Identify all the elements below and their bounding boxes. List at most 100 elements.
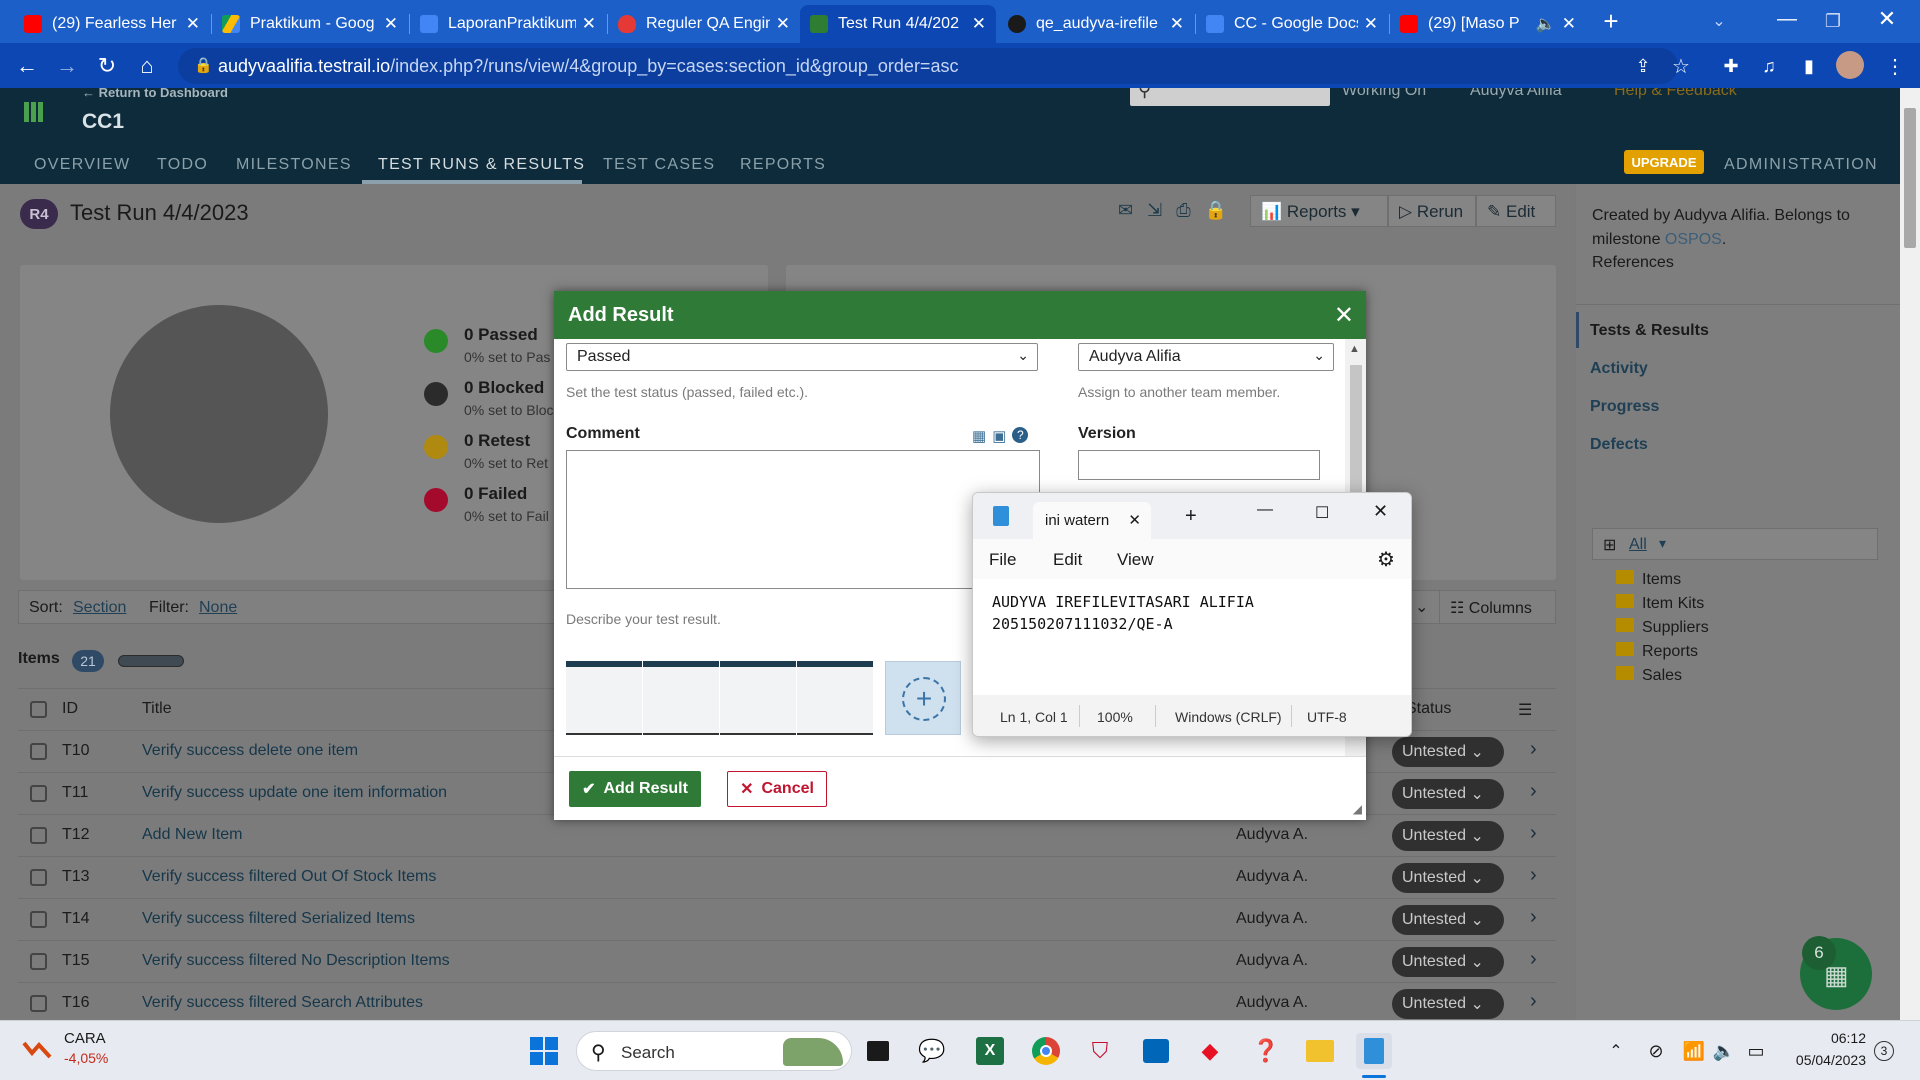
new-tab-icon[interactable]: +	[1185, 505, 1197, 528]
columns-button[interactable]: ☷ Columns	[1439, 591, 1542, 623]
page-scrollbar[interactable]	[1900, 88, 1920, 1020]
notepad-text-area[interactable]: AUDYVA IREFILEVITASARI ALIFIA 2051502071…	[973, 579, 1411, 695]
chevron-right-icon[interactable]: ›	[1530, 822, 1537, 845]
tree-item-reports[interactable]: Reports	[1616, 642, 1709, 666]
share-icon[interactable]: ⇪	[1628, 51, 1658, 81]
version-input[interactable]	[1078, 450, 1320, 480]
chevron-right-icon[interactable]: ›	[1530, 864, 1537, 887]
sort-section-link[interactable]: Section	[73, 599, 126, 617]
case-title-link[interactable]: Verify success filtered Serialized Items	[142, 910, 415, 928]
minimize-icon[interactable]: —	[1772, 4, 1802, 34]
print-icon[interactable]: ⎙	[1176, 200, 1190, 221]
table-row[interactable]: T15 Verify success filtered No Descriptio…	[18, 940, 1556, 982]
menu-file[interactable]: File	[989, 550, 1016, 570]
media-control-icon[interactable]: ♫	[1754, 51, 1784, 81]
menu-edit[interactable]: Edit	[1053, 550, 1082, 570]
row-checkbox[interactable]	[30, 995, 47, 1012]
table-row[interactable]: T12 Add New Item Audyva A. Untested ⌄ ›	[18, 814, 1556, 856]
table-row[interactable]: T14 Verify success filtered Serialized It…	[18, 898, 1556, 940]
profile-avatar[interactable]	[1836, 51, 1864, 79]
task-view-icon[interactable]	[860, 1033, 896, 1069]
forward-icon[interactable]: →	[52, 51, 82, 81]
row-checkbox[interactable]	[30, 869, 47, 886]
upgrade-button[interactable]: UPGRADE	[1624, 150, 1704, 174]
user-menu[interactable]: Audyva Alifia	[1470, 88, 1562, 100]
search-input[interactable]: ⚲	[1130, 88, 1330, 106]
select-all-checkbox[interactable]	[30, 701, 47, 718]
maximize-icon[interactable]: ☐	[1315, 503, 1329, 523]
close-icon[interactable]: ✕	[972, 14, 986, 34]
clock-date[interactable]: 05/04/2023	[1782, 1052, 1866, 1068]
chevron-right-icon[interactable]: ›	[1530, 990, 1537, 1013]
address-bar[interactable]: 🔒 audyvaalifia.testrail.io/index.php?/ru…	[178, 48, 1678, 84]
table-row[interactable]: T16 Verify success filtered Search Attrib…	[18, 982, 1556, 1020]
row-checkbox[interactable]	[30, 911, 47, 928]
battery-icon[interactable]: ▭	[1738, 1033, 1774, 1069]
browser-tab-docs-2[interactable]: CC - Google Docs ✕	[1196, 5, 1388, 43]
comment-textarea[interactable]	[566, 450, 1040, 589]
table-row[interactable]: T13 Verify success filtered Out Of Stock …	[18, 856, 1556, 898]
browser-tab-youtube-2[interactable]: (29) [Maso P 🔈 ✕	[1390, 5, 1586, 43]
new-tab-button[interactable]: +	[1596, 6, 1626, 36]
status-dropdown[interactable]: Untested ⌄	[1392, 821, 1504, 851]
attachment-thumbnail[interactable]	[720, 661, 796, 735]
mcafee-icon[interactable]: ⛉	[1082, 1033, 1118, 1069]
taskbar-search-box[interactable]: ⚲ Search	[576, 1031, 852, 1071]
side-panel-icon[interactable]: ▮	[1794, 51, 1824, 81]
return-dashboard-link[interactable]: ← Return to Dashboard	[82, 88, 228, 100]
case-title-link[interactable]: Verify success filtered Search Attribute…	[142, 994, 423, 1012]
window-close-icon[interactable]: ✕	[1872, 4, 1902, 34]
browser-tab-reguler[interactable]: Reguler QA Engin ✕	[608, 5, 800, 43]
nav-reports[interactable]: REPORTS	[740, 156, 826, 174]
tab-search-icon[interactable]: ⌄	[1704, 6, 1734, 36]
tree-item-sales[interactable]: Sales	[1616, 666, 1709, 690]
milestone-link[interactable]: OSPOS	[1665, 231, 1722, 248]
image-icon[interactable]: ▣	[992, 427, 1006, 445]
table-icon[interactable]: ▦	[972, 427, 986, 445]
browser-tab-drive[interactable]: Praktikum - Goog ✕	[212, 5, 408, 43]
tree-filter-dropdown[interactable]: ⊞ All ▾	[1592, 528, 1878, 560]
tree-item-items[interactable]: Items	[1616, 570, 1709, 594]
add-result-button[interactable]: ✔ Add Result	[569, 771, 701, 807]
sidebar-activity[interactable]: Activity	[1590, 360, 1648, 378]
tree-item-item-kits[interactable]: Item Kits	[1616, 594, 1709, 618]
resize-grip-icon[interactable]: ◢	[1353, 802, 1362, 816]
help-icon[interactable]: ?	[1012, 427, 1029, 443]
chevron-right-icon[interactable]: ›	[1530, 738, 1537, 761]
chrome-icon[interactable]	[1028, 1033, 1064, 1069]
status-dropdown[interactable]: Untested ⌄	[1392, 947, 1504, 977]
row-checkbox[interactable]	[30, 953, 47, 970]
browser-tab-github[interactable]: qe_audyva-irefile ✕	[998, 5, 1194, 43]
close-icon[interactable]: ✕	[1562, 14, 1576, 34]
window-close-icon[interactable]: ✕	[1373, 501, 1388, 522]
browser-tab-testrail-active[interactable]: Test Run 4/4/202 ✕	[800, 5, 996, 43]
status-dropdown[interactable]: Untested ⌄	[1392, 779, 1504, 809]
chevron-right-icon[interactable]: ›	[1530, 948, 1537, 971]
row-checkbox[interactable]	[30, 827, 47, 844]
nav-milestones[interactable]: MILESTONES	[236, 156, 352, 174]
reports-button[interactable]: 📊 Reports ▾	[1250, 195, 1388, 227]
close-icon[interactable]: ✕	[776, 14, 790, 34]
restore-icon[interactable]: ❐	[1818, 6, 1848, 36]
close-icon[interactable]: ✕	[1170, 14, 1184, 34]
lock-icon[interactable]: 🔒	[1205, 200, 1227, 221]
sidebar-progress[interactable]: Progress	[1590, 398, 1659, 416]
case-title-link[interactable]: Verify success delete one item	[142, 742, 358, 760]
assign-to-select[interactable]: Audyva Alifia ⌄	[1078, 343, 1334, 371]
bookmark-star-icon[interactable]: ☆	[1666, 51, 1696, 81]
menu-view[interactable]: View	[1117, 550, 1154, 570]
case-title-link[interactable]: Verify success filtered No Description I…	[142, 952, 450, 970]
nav-test-cases[interactable]: TEST CASES	[603, 156, 715, 174]
case-title-link[interactable]: Verify success filtered Out Of Stock Ite…	[142, 868, 436, 886]
nav-administration[interactable]: ADMINISTRATION	[1724, 156, 1878, 174]
dialog-close-icon[interactable]: ✕	[1334, 301, 1354, 330]
volume-icon[interactable]: 🔈	[1706, 1033, 1742, 1069]
home-icon[interactable]: ⌂	[132, 51, 162, 81]
scrollbar-thumb[interactable]	[1904, 108, 1916, 248]
settings-gear-icon[interactable]: ⚙	[1377, 547, 1395, 572]
sidebar-defects[interactable]: Defects	[1590, 436, 1648, 454]
case-title-link[interactable]: Add New Item	[142, 826, 242, 844]
file-explorer-icon[interactable]	[1302, 1033, 1338, 1069]
notepad-taskbar-icon[interactable]	[1356, 1033, 1392, 1069]
clock-time[interactable]: 06:12	[1782, 1030, 1866, 1046]
